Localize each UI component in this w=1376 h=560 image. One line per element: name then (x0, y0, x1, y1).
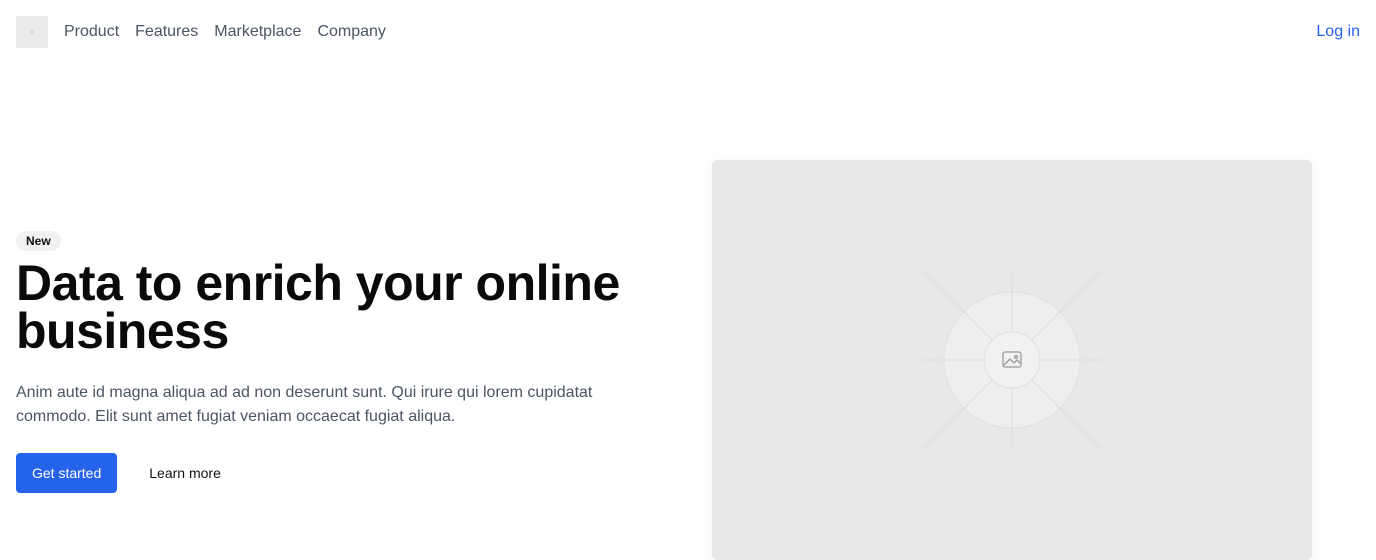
hero-actions: Get started Learn more (16, 453, 656, 493)
hero-content: New Data to enrich your online business … (16, 231, 656, 493)
learn-more-link[interactable]: Learn more (149, 465, 221, 481)
logo[interactable] (16, 16, 48, 48)
nav-item-company[interactable]: Company (317, 21, 385, 43)
hero-title: Data to enrich your online business (16, 255, 620, 359)
get-started-button[interactable]: Get started (16, 453, 118, 493)
hero-subtitle: Anim aute id magna aliqua ad ad non dese… (16, 384, 593, 425)
login-link[interactable]: Log in (1316, 21, 1360, 43)
hero-image-placeholder (712, 160, 1312, 560)
nav-item-marketplace[interactable]: Marketplace (214, 21, 301, 43)
new-badge: New (16, 231, 61, 251)
nav-item-features[interactable]: Features (135, 21, 198, 43)
nav-item-product[interactable]: Product (64, 21, 119, 43)
top-nav: Product Features Marketplace Company Log… (0, 0, 1376, 64)
placeholder-graphic (921, 269, 1103, 451)
main-nav: Product Features Marketplace Company (64, 21, 386, 43)
logo-mark (30, 30, 34, 34)
